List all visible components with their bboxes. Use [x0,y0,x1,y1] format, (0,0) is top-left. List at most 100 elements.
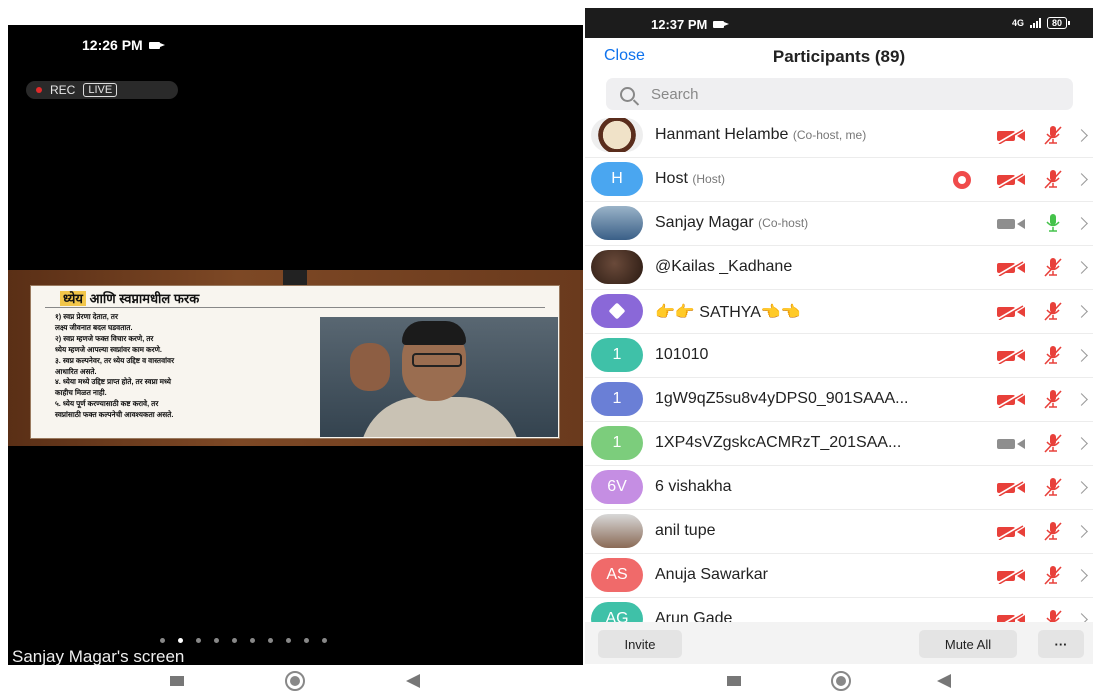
avatar: 1 [591,382,643,416]
search-bar[interactable] [606,78,1073,110]
participant-name-text: anil tupe [655,522,716,539]
microphone-muted-icon [1042,564,1064,586]
slide-line: लक्ष्य जीवनात बदल घडवतात. [55,322,133,332]
video-off-icon [995,128,1027,145]
participant-name-text: 101010 [655,346,709,363]
participant-row[interactable]: 1 1gW9qZ5su8v4yDPS0_901SAAA... [585,378,1093,422]
participant-row[interactable]: anil tupe [585,510,1093,554]
participant-name: anil tupe [655,522,716,540]
participant-name-text: 1gW9qZ5su8v4yDPS0_901SAAA... [655,390,909,407]
avatar [591,294,643,328]
participant-name-text: 👉👉 SATHYA👈👈 [655,304,801,321]
battery-icon: 80 [1046,17,1071,29]
microphone-muted-icon [1042,124,1064,146]
home-button[interactable] [285,671,305,691]
page-dot[interactable] [268,638,273,643]
shared-slide: ध्येय आणि स्वप्नामधील फरक १) स्वप्न प्रे… [8,270,583,446]
home-button[interactable] [831,671,851,691]
participant-row[interactable]: 1 1XP4sVZgskcACMRzT_201SAA... [585,422,1093,466]
participant-name-text: 6 vishakha [655,478,732,495]
avatar: 1 [591,426,643,460]
chevron-right-icon [1075,217,1088,230]
avatar: H [591,162,643,196]
page-dot[interactable] [250,638,255,643]
slide-line: स्वप्नांसाठी फक्त कल्पनेची आवश्यकता असते… [55,410,174,420]
participant-name: Host (Host) [655,170,725,188]
participant-row[interactable]: Hanmant Helambe (Co-host, me) [585,114,1093,158]
participant-name: 👉👉 SATHYA👈👈 [655,302,801,322]
participant-row[interactable]: H Host (Host) [585,158,1093,202]
participant-name: Sanjay Magar (Co-host) [655,214,808,232]
video-off-icon [995,480,1027,497]
back-button[interactable] [937,674,951,688]
camera-icon [713,21,730,28]
page-indicator[interactable] [160,638,327,643]
microphone-muted-icon [1042,388,1064,410]
page-dot[interactable] [196,638,201,643]
page-dot[interactable] [214,638,219,643]
recents-button[interactable] [170,676,184,686]
participant-name: 6 vishakha [655,478,732,496]
android-nav-bar-right [585,665,1093,697]
participant-row[interactable]: 6V 6 vishakha [585,466,1093,510]
participant-row[interactable]: 👉👉 SATHYA👈👈 [585,290,1093,334]
participant-name: 1XP4sVZgskcACMRzT_201SAA... [655,434,901,452]
back-button[interactable] [406,674,420,688]
page-dot[interactable] [322,638,327,643]
more-options-button[interactable]: ··· [1038,630,1084,658]
panel-header: Participants (89) Close [585,38,1093,78]
close-button[interactable]: Close [604,47,645,65]
chevron-right-icon [1075,261,1088,274]
slide-line: काहीच मिळत नाही. [55,388,107,398]
page-dot[interactable] [232,638,237,643]
search-icon [620,86,635,102]
participant-row[interactable]: Sanjay Magar (Co-host) [585,202,1093,246]
participant-row[interactable]: 1 101010 [585,334,1093,378]
participant-name: Hanmant Helambe (Co-host, me) [655,126,866,144]
participant-list[interactable]: Hanmant Helambe (Co-host, me) H Host (Host… [585,114,1093,642]
recents-button[interactable] [727,676,741,686]
page-title: Participants (89) [772,47,906,66]
recording-icon [953,171,971,189]
chevron-right-icon [1075,569,1088,582]
search-input[interactable] [649,84,1053,104]
signal-icon [1029,18,1041,28]
participant-row[interactable]: AS Anuja Sawarkar [585,554,1093,598]
rec-label: REC [50,83,76,97]
microphone-muted-icon [1042,300,1064,322]
participant-role: (Co-host) [758,216,809,230]
microphone-muted-icon [1042,520,1064,542]
page-dot[interactable] [304,638,309,643]
mute-all-button[interactable]: Mute All [919,630,1017,658]
microphone-muted-icon [1042,476,1064,498]
slide-line: आधारित असते. [55,366,97,376]
page-dot[interactable] [160,638,165,643]
page-dot[interactable] [286,638,291,643]
microphone-icon [1042,212,1064,234]
screen-owner-label: Sanjay Magar's screen [12,647,185,665]
video-off-icon [995,348,1027,365]
video-off-icon [995,260,1027,277]
chevron-right-icon [1075,393,1088,406]
avatar [591,514,643,548]
page-dot[interactable] [178,638,183,643]
participant-name-text: 1XP4sVZgskcACMRzT_201SAA... [655,434,902,451]
participant-row[interactable]: @Kailas _Kadhane [585,246,1093,290]
chevron-right-icon [1075,129,1088,142]
avatar: 1 [591,338,643,372]
panel-footer: Invite Mute All ··· [585,622,1093,664]
recording-indicator: REC LIVE [26,81,178,99]
avatar [591,118,643,152]
participant-name-text: Hanmant Helambe [655,126,789,143]
slide-line: ध्येय म्हणजे आपल्या स्वप्नांवर काम करणे. [55,344,162,354]
invite-button[interactable]: Invite [598,630,682,658]
slide-text: १) स्वप्न प्रेरणा देतात, तर लक्ष्य जीवनात… [55,312,330,421]
participant-name: @Kailas _Kadhane [655,258,792,276]
android-nav-bar-left [0,665,583,697]
video-off-icon [995,524,1027,541]
live-badge: LIVE [83,83,118,97]
video-off-icon [995,172,1027,189]
chevron-right-icon [1075,349,1088,362]
slide-line: १) स्वप्न प्रेरणा देतात, तर [55,312,118,321]
record-dot-icon [36,87,42,93]
